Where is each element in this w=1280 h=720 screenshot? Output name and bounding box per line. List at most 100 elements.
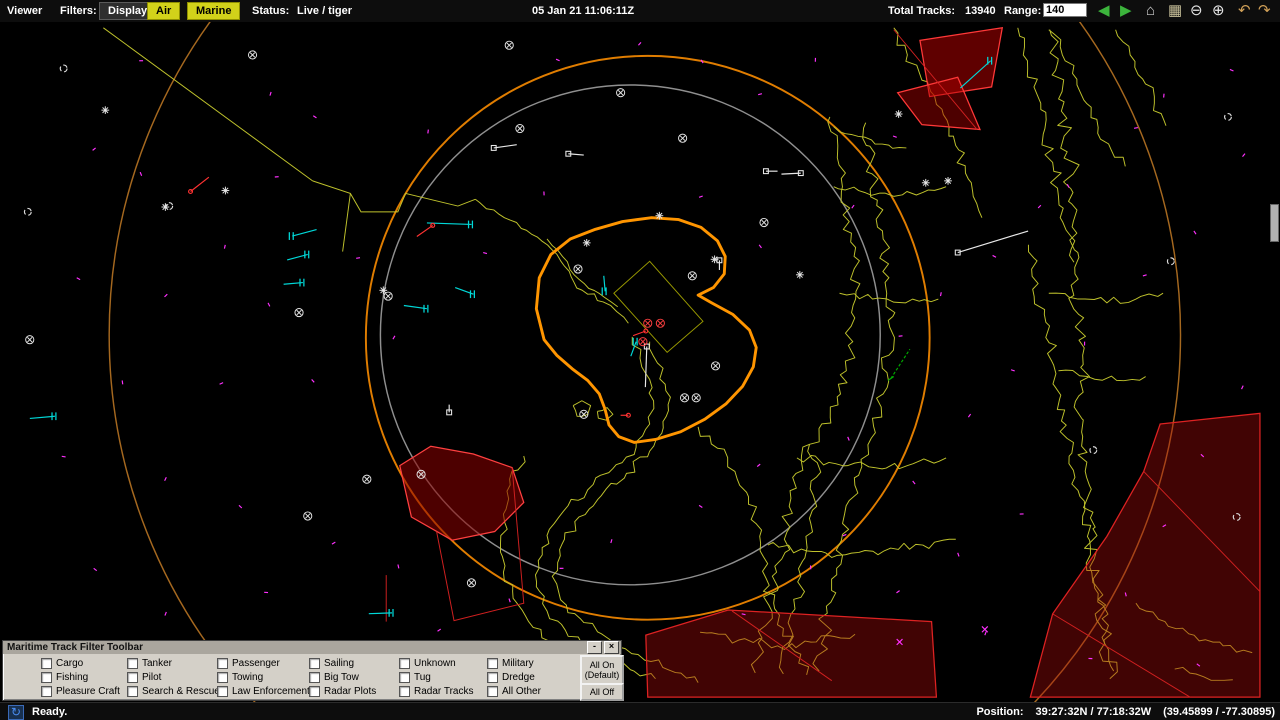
arc-track[interactable] xyxy=(1224,112,1232,121)
point-track[interactable] xyxy=(894,110,903,118)
redo-icon[interactable]: ↷ xyxy=(1258,0,1271,22)
filter-checkbox-military[interactable]: Military xyxy=(487,657,534,669)
checkbox[interactable] xyxy=(309,671,320,683)
home-icon[interactable]: ⌂ xyxy=(1146,0,1155,22)
minimize-button[interactable]: - xyxy=(587,641,602,654)
point-track[interactable] xyxy=(710,255,719,264)
filter-checkbox-dredge[interactable]: Dredge xyxy=(487,671,535,683)
unknown-track[interactable] xyxy=(383,291,393,301)
air-track[interactable] xyxy=(565,150,584,157)
point-track[interactable] xyxy=(921,178,930,187)
filter-checkbox-search-rescue[interactable]: Search & Rescue xyxy=(127,685,220,697)
zoom-in-icon[interactable]: ⊕ xyxy=(1212,0,1225,22)
hostile-track[interactable] xyxy=(188,176,210,195)
air-track[interactable] xyxy=(762,168,778,175)
filter-checkbox-big-tow[interactable]: Big Tow xyxy=(309,671,359,683)
air-track[interactable] xyxy=(954,230,1029,256)
all-on-button[interactable]: All On (Default) xyxy=(580,655,624,685)
radar-map[interactable] xyxy=(0,22,1280,702)
undo-icon[interactable]: ↶ xyxy=(1238,0,1251,22)
checkbox[interactable] xyxy=(399,657,410,669)
checkbox[interactable] xyxy=(399,685,410,697)
checkbox[interactable] xyxy=(217,671,228,683)
unknown-track[interactable] xyxy=(466,578,477,588)
surface-track[interactable] xyxy=(601,275,607,296)
filter-checkbox-pleasure-craft[interactable]: Pleasure Craft xyxy=(41,685,120,697)
arc-track[interactable] xyxy=(1166,257,1175,266)
unknown-track[interactable] xyxy=(294,308,304,318)
checkbox[interactable] xyxy=(487,671,498,683)
unknown-track[interactable] xyxy=(759,217,769,228)
map-scrollbar-thumb[interactable] xyxy=(1270,204,1279,242)
checkbox[interactable] xyxy=(127,671,138,683)
layers-icon[interactable]: ▦ xyxy=(1168,0,1182,22)
air-track[interactable] xyxy=(781,170,804,177)
unknown-track[interactable] xyxy=(515,124,525,134)
surface-track[interactable] xyxy=(29,412,57,421)
surface-track[interactable] xyxy=(288,228,317,240)
filter-checkbox-pilot[interactable]: Pilot xyxy=(127,671,161,683)
checkbox[interactable] xyxy=(41,671,52,683)
air-filter-button[interactable]: Air xyxy=(147,2,181,20)
unknown-track[interactable] xyxy=(691,393,701,403)
filter-checkbox-law-enforcement[interactable]: Law Enforcement xyxy=(217,685,310,697)
unknown-track[interactable] xyxy=(362,474,372,484)
checkbox[interactable] xyxy=(217,657,228,669)
filter-checkbox-towing[interactable]: Towing xyxy=(217,671,263,683)
hostile-track[interactable] xyxy=(632,328,649,337)
unknown-track[interactable] xyxy=(504,40,514,50)
checkbox[interactable] xyxy=(399,671,410,683)
filter-checkbox-cargo[interactable]: Cargo xyxy=(41,657,83,669)
filter-checkbox-sailing[interactable]: Sailing xyxy=(309,657,354,669)
tracks[interactable] xyxy=(23,40,1241,617)
checkbox[interactable] xyxy=(309,657,320,669)
point-track[interactable] xyxy=(655,211,664,220)
unknown-track[interactable] xyxy=(573,264,583,274)
marine-filter-button[interactable]: Marine xyxy=(187,2,241,20)
all-off-button[interactable]: All Off xyxy=(580,683,624,701)
zoom-out-icon[interactable]: ⊖ xyxy=(1190,0,1203,22)
point-track[interactable] xyxy=(161,203,170,211)
toolbar-titlebar[interactable]: Maritime Track Filter Toolbar - × xyxy=(3,641,621,654)
friendly-track[interactable] xyxy=(887,348,911,381)
checkbox[interactable] xyxy=(127,657,138,669)
unknown-track[interactable] xyxy=(303,511,313,521)
unknown-track[interactable] xyxy=(247,50,258,60)
radar-map-area[interactable]: Maritime Track Filter Toolbar - × All On… xyxy=(0,22,1280,702)
arc-track[interactable] xyxy=(1089,446,1098,455)
point-track[interactable] xyxy=(582,238,591,247)
filter-checkbox-passenger[interactable]: Passenger xyxy=(217,657,280,669)
point-track[interactable] xyxy=(221,186,230,195)
surface-track[interactable] xyxy=(403,304,429,313)
checkbox[interactable] xyxy=(309,685,320,697)
unknown-track[interactable] xyxy=(643,318,653,328)
filter-checkbox-unknown[interactable]: Unknown xyxy=(399,657,456,669)
checkbox[interactable] xyxy=(41,685,52,697)
arc-track[interactable] xyxy=(23,207,32,216)
unknown-track[interactable] xyxy=(711,361,721,371)
forward-icon[interactable]: ▶ xyxy=(1120,0,1132,22)
point-track[interactable] xyxy=(944,176,952,185)
surface-track[interactable] xyxy=(287,250,310,261)
filter-checkbox-radar-tracks[interactable]: Radar Tracks xyxy=(399,685,473,697)
surface-track[interactable] xyxy=(283,278,305,287)
checkbox[interactable] xyxy=(487,685,498,697)
unknown-track[interactable] xyxy=(687,271,697,281)
filter-checkbox-radar-plots[interactable]: Radar Plots xyxy=(309,685,376,697)
filter-checkbox-tug[interactable]: Tug xyxy=(399,671,431,683)
surface-track[interactable] xyxy=(368,609,394,617)
arc-track[interactable] xyxy=(59,64,68,73)
unknown-track[interactable] xyxy=(616,88,626,98)
point-track[interactable] xyxy=(101,106,110,115)
checkbox[interactable] xyxy=(487,657,498,669)
unknown-track[interactable] xyxy=(678,133,688,143)
air-track[interactable] xyxy=(643,343,650,388)
menu-viewer[interactable]: Viewer xyxy=(7,0,42,22)
range-input[interactable] xyxy=(1043,3,1087,17)
filter-checkbox-all-other[interactable]: All Other xyxy=(487,685,541,697)
unknown-track[interactable] xyxy=(680,393,690,403)
unknown-track[interactable] xyxy=(638,337,648,347)
hostile-track[interactable] xyxy=(620,412,631,418)
checkbox[interactable] xyxy=(217,685,228,697)
close-icon[interactable]: × xyxy=(604,641,619,654)
